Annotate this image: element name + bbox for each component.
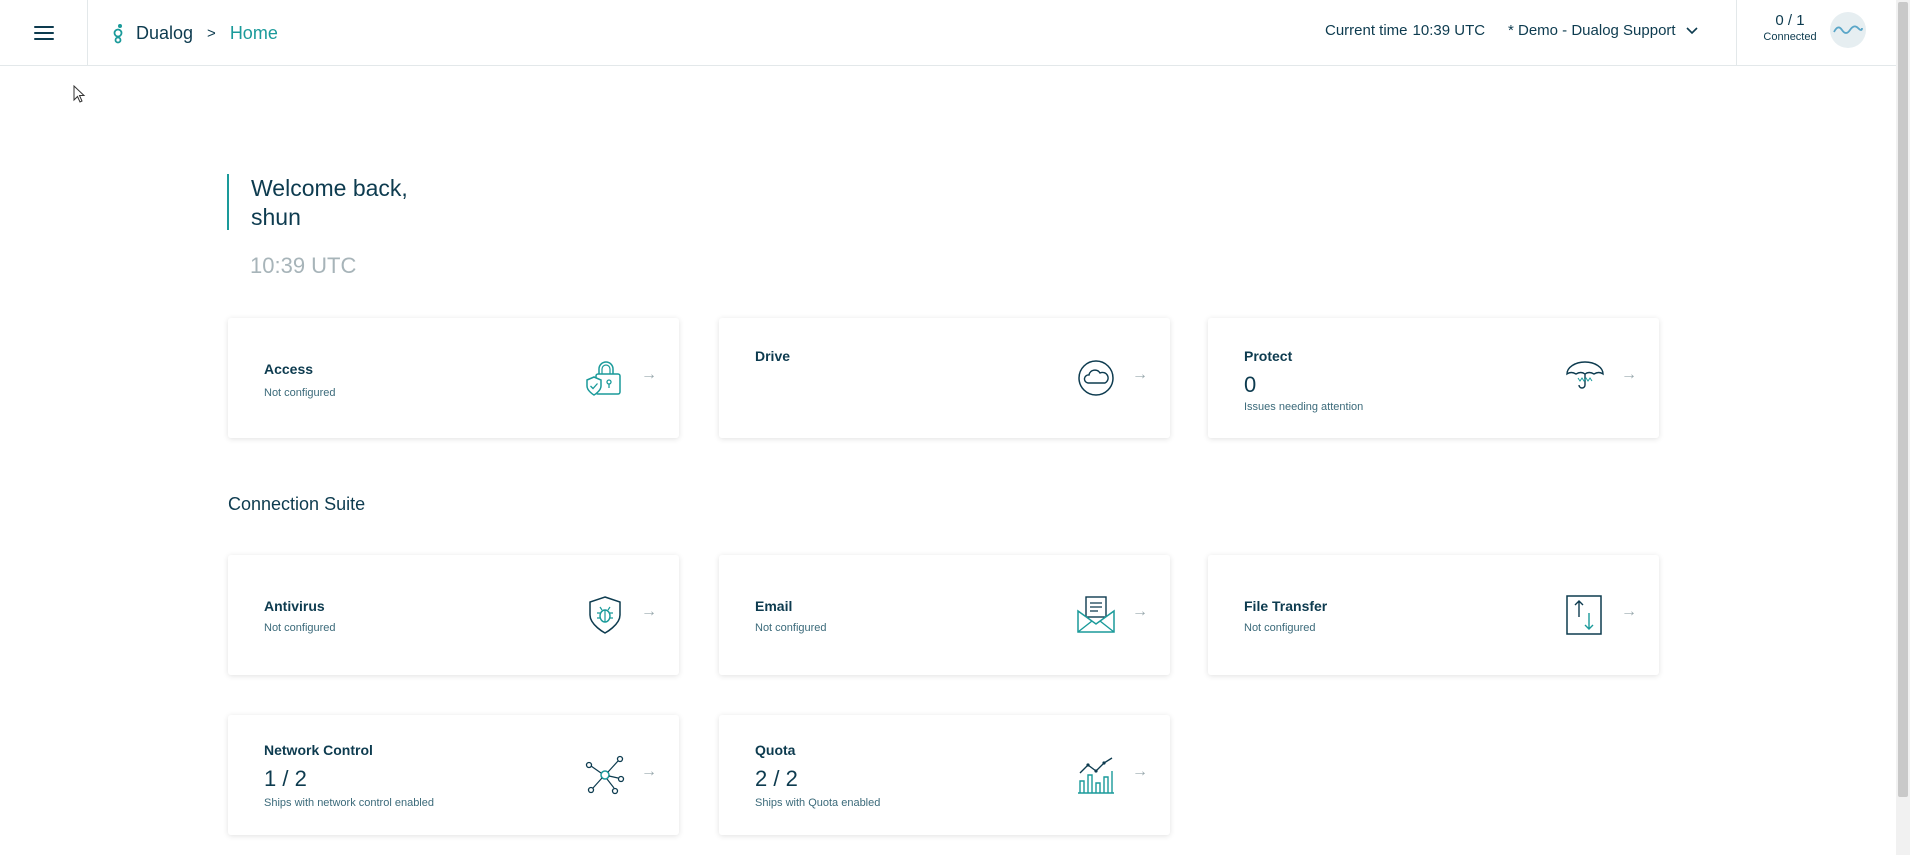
card-subtitle: Not configured xyxy=(755,622,827,634)
header-divider xyxy=(1736,0,1737,66)
card-value: 1 / 2 xyxy=(264,766,307,791)
brand-link[interactable]: Dualog xyxy=(136,23,193,44)
hamburger-icon xyxy=(33,26,54,40)
current-time: Current time 10:39 UTC xyxy=(1325,0,1485,60)
card-title: Drive xyxy=(755,348,791,364)
arrow-right-icon: → xyxy=(1132,366,1148,383)
card-value: 0 xyxy=(1244,372,1257,397)
welcome-clock: 10:39 UTC xyxy=(250,253,357,278)
lock-shield-icon xyxy=(586,361,621,396)
organization-select[interactable]: * Demo - Dualog Support xyxy=(1508,0,1698,60)
card-drive[interactable]: Drive → xyxy=(719,318,1170,438)
card-title: Protect xyxy=(1244,348,1293,364)
arrow-right-icon: → xyxy=(641,366,657,383)
card-email[interactable]: Email Not configured → xyxy=(719,555,1170,675)
card-quota[interactable]: Quota 2 / 2 Ships with Quota enabled → xyxy=(719,715,1170,835)
card-title: File Transfer xyxy=(1244,598,1328,614)
arrow-right-icon: → xyxy=(1621,603,1637,620)
top-bar: Dualog > Home Current time 10:39 UTC * D… xyxy=(0,0,1896,66)
section-title: Connection Suite xyxy=(228,494,366,514)
card-title: Antivirus xyxy=(264,598,325,614)
card-title: Access xyxy=(264,361,314,377)
connection-label: Connected xyxy=(1763,31,1817,43)
mouse-cursor-icon xyxy=(73,85,86,103)
card-access[interactable]: Access Not configured → xyxy=(228,318,679,438)
cloud-icon xyxy=(1078,360,1114,396)
card-antivirus[interactable]: Antivirus Not configured → xyxy=(228,555,679,675)
connection-status: 0 / 1 Connected xyxy=(1760,12,1820,44)
card-subtitle: Issues needing attention xyxy=(1244,401,1364,413)
dualog-logo-icon xyxy=(113,24,123,44)
file-transfer-icon xyxy=(1566,595,1602,635)
welcome-line: Welcome back, xyxy=(251,175,408,201)
avatar[interactable] xyxy=(1830,12,1866,48)
welcome-username: shun xyxy=(251,204,301,230)
scrollbar-thumb[interactable] xyxy=(1898,2,1908,797)
wave-icon xyxy=(1833,25,1863,34)
arrow-right-icon: → xyxy=(1132,603,1148,620)
network-icon xyxy=(585,755,625,795)
card-title: Quota xyxy=(755,742,796,758)
menu-button[interactable] xyxy=(0,0,88,66)
arrow-right-icon: → xyxy=(1621,366,1637,383)
breadcrumb-separator: > xyxy=(207,24,216,42)
welcome-heading: Welcome back, shun xyxy=(227,174,408,230)
card-subtitle: Not configured xyxy=(1244,622,1316,634)
card-title: Email xyxy=(755,598,793,614)
umbrella-icon xyxy=(1566,361,1604,389)
card-value: 2 / 2 xyxy=(755,766,798,791)
arrow-right-icon: → xyxy=(641,603,657,620)
card-subtitle: Ships with Quota enabled xyxy=(755,797,881,809)
shield-bug-icon xyxy=(589,596,621,634)
card-subtitle: Not configured xyxy=(264,622,336,634)
chevron-down-icon xyxy=(1686,22,1698,39)
card-subtitle: Ships with network control enabled xyxy=(264,797,434,809)
card-subtitle: Not configured xyxy=(264,387,336,399)
organization-select-value: * Demo - Dualog Support xyxy=(1508,21,1676,39)
breadcrumb-home[interactable]: Home xyxy=(230,23,278,44)
breadcrumb: Dualog > Home xyxy=(112,0,278,66)
arrow-right-icon: → xyxy=(1132,763,1148,780)
current-time-label: Current time xyxy=(1325,21,1408,39)
card-network-control[interactable]: Network Control 1 / 2 Ships with network… xyxy=(228,715,679,835)
arrow-right-icon: → xyxy=(641,763,657,780)
envelope-icon xyxy=(1077,596,1115,633)
page-scrollbar[interactable] xyxy=(1896,0,1910,855)
chart-icon xyxy=(1078,757,1114,794)
connection-count: 0 / 1 xyxy=(1775,12,1805,29)
card-protect[interactable]: Protect 0 Issues needing attention → xyxy=(1208,318,1659,438)
card-file-transfer[interactable]: File Transfer Not configured → xyxy=(1208,555,1659,675)
current-time-value: 10:39 UTC xyxy=(1412,21,1486,39)
card-title: Network Control xyxy=(264,742,373,758)
